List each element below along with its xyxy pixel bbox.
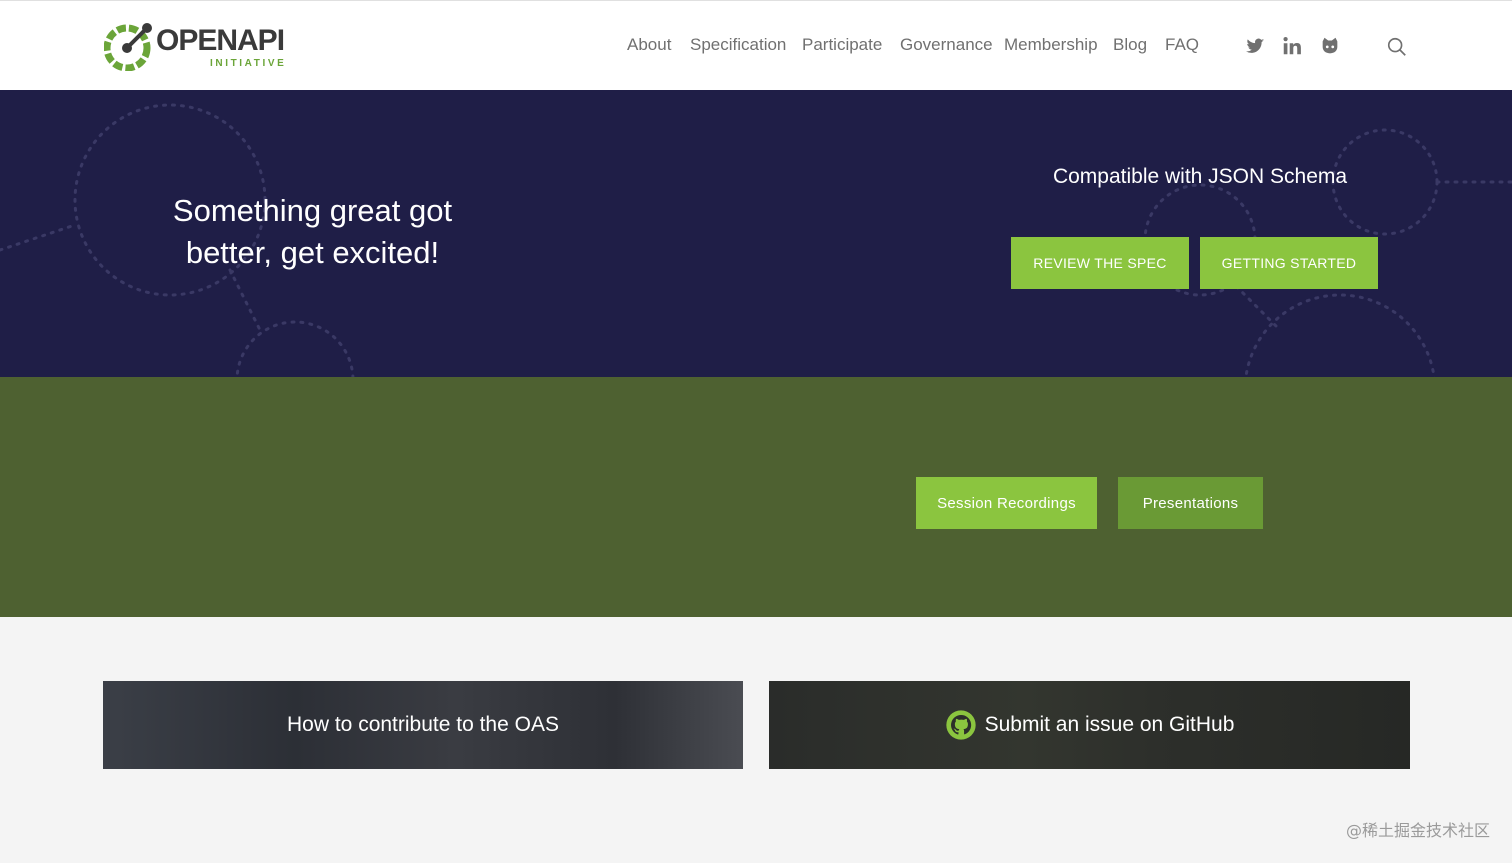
nav-faq[interactable]: FAQ <box>1165 35 1199 55</box>
nav-specification[interactable]: Specification <box>690 35 786 55</box>
nav-membership[interactable]: Membership <box>1004 35 1098 55</box>
hero-section: Something great got better, get excited!… <box>0 90 1512 377</box>
openapi-logo[interactable]: OPENAPI INITIATIVE <box>104 20 294 74</box>
github-icon <box>945 710 976 740</box>
events-band: Session Recordings Presentations <box>0 377 1512 617</box>
contribute-card[interactable]: How to contribute to the OAS <box>103 681 743 769</box>
presentations-button[interactable]: Presentations <box>1118 477 1263 529</box>
twitter-icon[interactable] <box>1244 35 1266 57</box>
linkedin-icon[interactable] <box>1281 35 1303 57</box>
contribute-card-label: How to contribute to the OAS <box>287 713 559 736</box>
nav-about[interactable]: About <box>627 35 671 55</box>
site-header: OPENAPI INITIATIVE About Specification P… <box>0 0 1512 90</box>
logo-wordmark: OPENAPI <box>156 24 285 57</box>
cards-section: How to contribute to the OAS Submit an i… <box>0 617 1512 863</box>
hero-title: Something great got better, get excited! <box>172 193 453 270</box>
nav-participate[interactable]: Participate <box>802 35 882 55</box>
github-issue-card-label: Submit an issue on GitHub <box>984 713 1235 736</box>
openapi-logo-mark-icon <box>104 23 152 71</box>
github-icon[interactable] <box>1319 35 1341 57</box>
github-issue-card[interactable]: Submit an issue on GitHub <box>769 681 1410 769</box>
nav-blog[interactable]: Blog <box>1113 35 1147 55</box>
session-recordings-button[interactable]: Session Recordings <box>916 477 1097 529</box>
logo-subtitle: INITIATIVE <box>210 58 287 69</box>
search-icon[interactable] <box>1386 36 1408 58</box>
watermark: @稀土掘金技术社区 <box>1345 821 1490 840</box>
nav-governance[interactable]: Governance <box>900 35 993 55</box>
review-spec-button[interactable]: REVIEW THE SPEC <box>1011 237 1189 289</box>
hero-tagline: Compatible with JSON Schema <box>1052 165 1348 188</box>
getting-started-button[interactable]: GETTING STARTED <box>1200 237 1378 289</box>
